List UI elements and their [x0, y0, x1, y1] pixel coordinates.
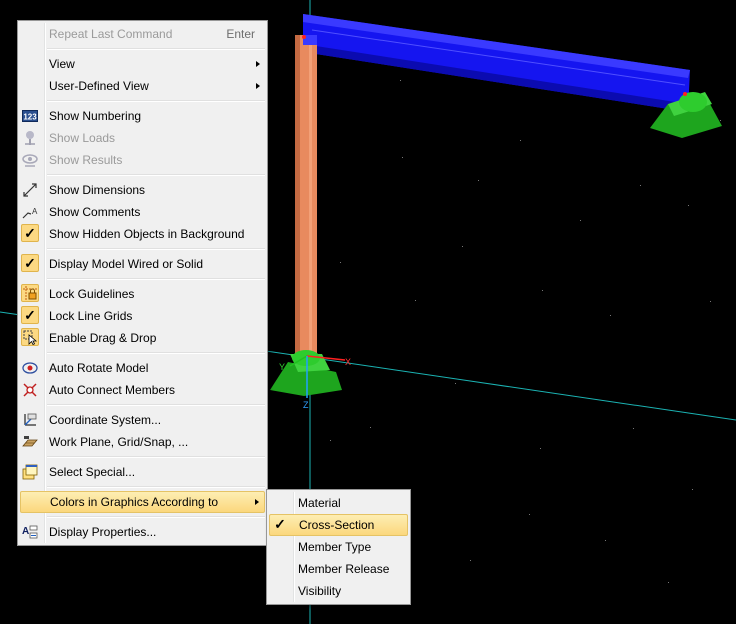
menu-item-label: Show Numbering — [49, 109, 142, 123]
menu-item-enable-drag-drop[interactable]: Enable Drag & Drop — [20, 327, 265, 349]
work-plane-icon — [22, 436, 38, 447]
loads-icon — [25, 131, 35, 145]
menu-item-label: Lock Guidelines — [49, 287, 135, 301]
submenu-item-member-release[interactable]: Member Release — [269, 558, 408, 580]
coordinate-system-icon — [24, 413, 37, 426]
menu-item-label: Cross-Section — [299, 518, 375, 532]
menu-item-label: Show Comments — [49, 205, 141, 219]
menu-separator — [47, 352, 265, 354]
menu-item-label: User-Defined View — [49, 79, 149, 93]
menu-item-label: Auto Connect Members — [49, 383, 176, 397]
axis-label-y: Y — [279, 362, 285, 372]
menu-item-view[interactable]: View — [20, 53, 265, 75]
menu-item-user-defined-view[interactable]: User-Defined View — [20, 75, 265, 97]
menu-item-repeat-last-command[interactable]: Repeat Last Command Enter — [20, 23, 265, 45]
checkmark-icon: ✓ — [21, 254, 39, 272]
display-properties-icon: A — [22, 525, 38, 539]
checkmark-icon: ✓ — [274, 516, 286, 532]
menu-item-lock-line-grids[interactable]: ✓ Lock Line Grids — [20, 305, 265, 327]
menu-item-show-loads[interactable]: Show Loads — [20, 127, 265, 149]
menu-item-label: Show Loads — [49, 131, 116, 145]
menu-item-auto-rotate-model[interactable]: Auto Rotate Model — [20, 357, 265, 379]
menu-item-label: Show Hidden Objects in Background — [49, 227, 245, 241]
auto-connect-icon — [23, 383, 37, 397]
menu-item-label: View — [49, 57, 75, 71]
menu-item-label: Auto Rotate Model — [49, 361, 149, 375]
menu-item-label: Display Properties... — [49, 525, 157, 539]
colors-submenu: Material ✓ Cross-Section Member Type Mem… — [266, 489, 411, 605]
menu-item-display-model-wired-solid[interactable]: ✓ Display Model Wired or Solid — [20, 253, 265, 275]
numbering-icon: 123 — [22, 110, 38, 122]
svg-text:A: A — [32, 207, 38, 216]
results-icon — [22, 154, 38, 167]
menu-item-work-plane-grid-snap[interactable]: Work Plane, Grid/Snap, ... — [20, 431, 265, 453]
menu-item-label: Show Dimensions — [49, 183, 146, 197]
lock-guidelines-icon — [21, 284, 39, 302]
menu-separator — [47, 486, 265, 488]
axis-label-z: Z — [303, 400, 309, 410]
select-special-icon — [22, 464, 38, 480]
menu-item-select-special[interactable]: Select Special... — [20, 461, 265, 483]
checkmark-icon: ✓ — [21, 224, 39, 242]
menu-separator — [47, 278, 265, 280]
menu-item-lock-guidelines[interactable]: Lock Guidelines — [20, 283, 265, 305]
menu-item-coordinate-system[interactable]: Coordinate System... — [20, 409, 265, 431]
menu-separator — [47, 456, 265, 458]
menu-item-show-results[interactable]: Show Results — [20, 149, 265, 171]
menu-item-label: Select Special... — [49, 465, 136, 479]
menu-separator — [47, 174, 265, 176]
menu-item-show-dimensions[interactable]: Show Dimensions — [20, 179, 265, 201]
svg-text:A: A — [22, 526, 29, 537]
submenu-item-member-type[interactable]: Member Type — [269, 536, 408, 558]
dimensions-icon — [23, 183, 37, 197]
menu-item-label: Material — [298, 496, 341, 510]
context-menu: Repeat Last Command Enter View User-Defi… — [17, 20, 268, 546]
svg-text:123: 123 — [23, 113, 37, 122]
submenu-arrow-icon — [255, 499, 259, 505]
submenu-item-visibility[interactable]: Visibility — [269, 580, 408, 602]
menu-item-label: Show Results — [49, 153, 123, 167]
menu-separator — [47, 248, 265, 250]
auto-rotate-icon — [22, 362, 38, 374]
comments-icon: A — [22, 207, 38, 219]
axis-label-x: X — [345, 357, 351, 367]
menu-separator — [47, 100, 265, 102]
menu-item-label: Member Type — [298, 540, 372, 554]
menu-separator — [47, 48, 265, 50]
submenu-arrow-icon — [256, 61, 260, 67]
menu-item-label: Colors in Graphics According to — [50, 495, 219, 509]
menu-item-display-properties[interactable]: A Display Properties... — [20, 521, 265, 543]
menu-item-auto-connect-members[interactable]: Auto Connect Members — [20, 379, 265, 401]
menu-item-label: Coordinate System... — [49, 413, 162, 427]
menu-separator — [47, 404, 265, 406]
checkmark-icon: ✓ — [21, 306, 39, 324]
menu-item-shortcut: Enter — [226, 27, 255, 41]
menu-item-show-numbering[interactable]: 123 Show Numbering — [20, 105, 265, 127]
menu-item-show-comments[interactable]: A Show Comments — [20, 201, 265, 223]
column-member[interactable] — [295, 35, 317, 357]
menu-item-label: Visibility — [298, 584, 342, 598]
menu-item-label: Lock Line Grids — [49, 309, 133, 323]
menu-item-label: Member Release — [298, 562, 390, 576]
menu-item-label: Enable Drag & Drop — [49, 331, 157, 345]
menu-item-colors-in-graphics[interactable]: Colors in Graphics According to — [20, 491, 265, 513]
menu-separator — [47, 516, 265, 518]
menu-item-show-hidden-objects[interactable]: ✓ Show Hidden Objects in Background — [20, 223, 265, 245]
drag-drop-icon — [21, 328, 39, 346]
submenu-item-material[interactable]: Material — [269, 492, 408, 514]
menu-item-label: Repeat Last Command — [49, 27, 173, 41]
submenu-item-cross-section[interactable]: ✓ Cross-Section — [269, 514, 408, 536]
submenu-arrow-icon — [256, 83, 260, 89]
menu-item-label: Display Model Wired or Solid — [49, 257, 204, 271]
menu-item-label: Work Plane, Grid/Snap, ... — [49, 435, 189, 449]
